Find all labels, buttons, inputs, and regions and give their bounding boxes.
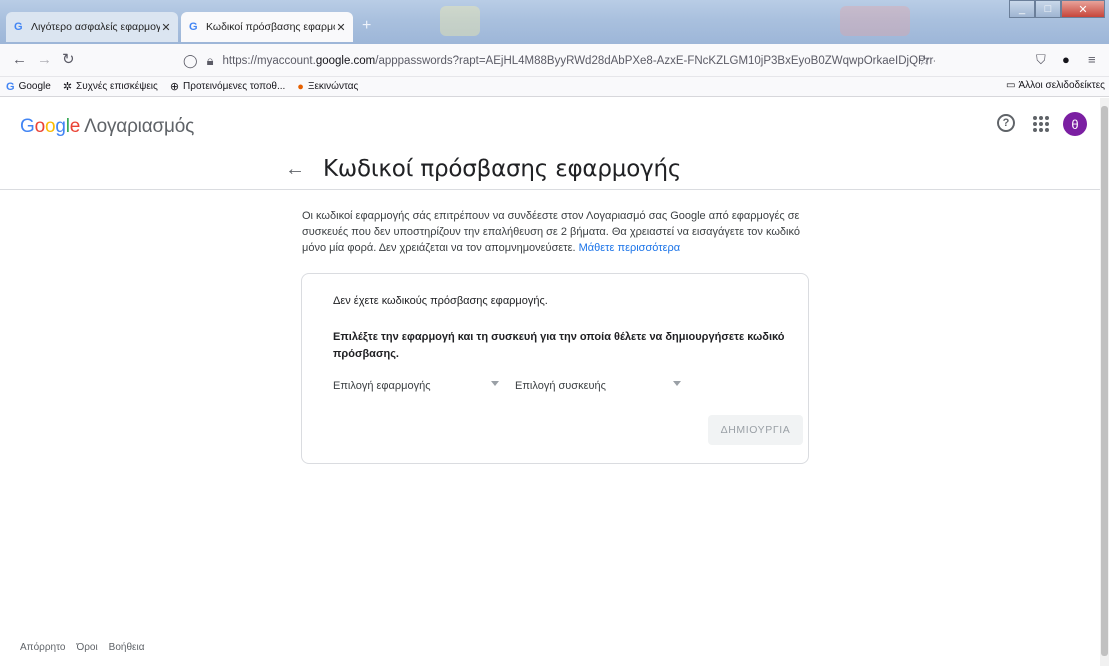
pocket-icon[interactable]: ⛉ [1036, 52, 1046, 68]
page-header: ← Κωδικοί πρόσβασης εφαρμογής [285, 156, 681, 182]
account-icon[interactable]: ● [1062, 52, 1070, 67]
terms-link[interactable]: Όροι [76, 642, 97, 653]
scrollbar-thumb[interactable] [1101, 106, 1108, 656]
lock-icon[interactable]: 🔒︎ [207, 53, 214, 69]
create-button[interactable]: ΔΗΜΙΟΥΡΓΙΑ [708, 415, 803, 445]
bookmark-most-visited[interactable]: ✲ Συχνές επισκέψεις [63, 80, 158, 93]
wallpaper-decoration [440, 6, 480, 36]
google-favicon-icon: G [6, 80, 15, 93]
wallpaper-decoration [840, 6, 910, 36]
learn-more-link[interactable]: Μάθετε περισσότερα [579, 242, 680, 254]
close-tab-icon[interactable]: ✕ [160, 21, 172, 34]
maximize-button[interactable]: □ [1035, 0, 1061, 18]
scrollbar[interactable] [1100, 98, 1109, 666]
browser-toolbar: ← → ↻ ◯ 🔒︎ https://myaccount.google.com/… [0, 44, 1109, 77]
address-bar[interactable]: ◯ 🔒︎ https://myaccount.google.com/apppas… [183, 49, 935, 73]
caret-down-icon [491, 381, 499, 386]
new-tab-button[interactable]: + [362, 17, 371, 35]
window-controls: _ □ ✕ [1009, 0, 1105, 18]
google-favicon-icon: G [189, 21, 198, 33]
apps-grid-icon[interactable] [1031, 114, 1049, 132]
bookmark-star-icon[interactable]: ☆ [918, 52, 931, 69]
google-account-logo[interactable]: Google Λογαριασμός [20, 116, 194, 138]
menu-icon[interactable]: ≡ [1088, 52, 1096, 67]
footer: Απόρρητο Όροι Βοήθεια [20, 642, 156, 653]
bookmark-google[interactable]: G Google [6, 81, 51, 93]
select-device-dropdown[interactable]: Επιλογή συσκευής [515, 376, 687, 396]
reload-icon[interactable]: ↻ [62, 52, 75, 68]
back-arrow-icon[interactable]: ← [285, 159, 305, 179]
instruction-text: Επιλέξτε την εφαρμογή και τη συσκευή για… [333, 331, 785, 360]
browser-titlebar: G Λιγότερο ασφαλείς εφαρμογές ✕ G Κωδικο… [0, 0, 1109, 44]
privacy-link[interactable]: Απόρρητο [20, 642, 65, 653]
close-tab-icon[interactable]: ✕ [335, 21, 347, 34]
globe-icon: ⊕ [169, 81, 180, 93]
shield-icon: ◯ [183, 53, 198, 68]
close-window-button[interactable]: ✕ [1061, 0, 1105, 18]
bookmark-suggested-sites[interactable]: ⊕ Προτεινόμενες τοποθ... [170, 80, 285, 93]
intro-text: Οι κωδικοί εφαρμογής σάς επιτρέπουν να σ… [302, 210, 800, 254]
folder-icon: ▭ [1006, 80, 1016, 91]
google-wordmark: Google [20, 116, 81, 137]
back-icon[interactable]: ← [12, 52, 27, 68]
other-bookmarks[interactable]: ▭ Άλλοι σελιδοδείκτες [1006, 80, 1105, 91]
bookmarks-bar: G Google ✲ Συχνές επισκέψεις ⊕ Προτεινόμ… [0, 77, 1109, 97]
tab-app-passwords[interactable]: G Κωδικοί πρόσβασης εφαρμογή ✕ [181, 12, 353, 42]
firefox-icon: ● [297, 80, 304, 93]
account-header: Google Λογαριασμός ? θ ← Κωδικοί πρόσβαση… [0, 98, 1100, 190]
minimize-button[interactable]: _ [1009, 0, 1035, 18]
help-icon[interactable]: ? [997, 114, 1015, 132]
page-title: Κωδικοί πρόσβασης εφαρμογής [323, 156, 682, 182]
no-passwords-text: Δεν έχετε κωδικούς πρόσβασης εφαρμογής. [333, 295, 548, 307]
bookmark-getting-started[interactable]: ● Ξεκινώντας [297, 81, 358, 93]
url-text: https://myaccount.google.com/apppassword… [222, 55, 935, 67]
app-password-card: Δεν έχετε κωδικούς πρόσβασης εφαρμογής. … [301, 273, 809, 464]
caret-down-icon [673, 381, 681, 386]
google-favicon-icon: G [14, 21, 23, 33]
tab-less-secure-apps[interactable]: G Λιγότερο ασφαλείς εφαρμογές ✕ [6, 12, 178, 42]
select-app-dropdown[interactable]: Επιλογή εφαρμογής [333, 376, 505, 396]
forward-icon[interactable]: → [37, 52, 52, 68]
avatar[interactable]: θ [1063, 112, 1087, 136]
help-link[interactable]: Βοήθεια [109, 642, 145, 653]
gear-icon: ✲ [62, 81, 73, 93]
